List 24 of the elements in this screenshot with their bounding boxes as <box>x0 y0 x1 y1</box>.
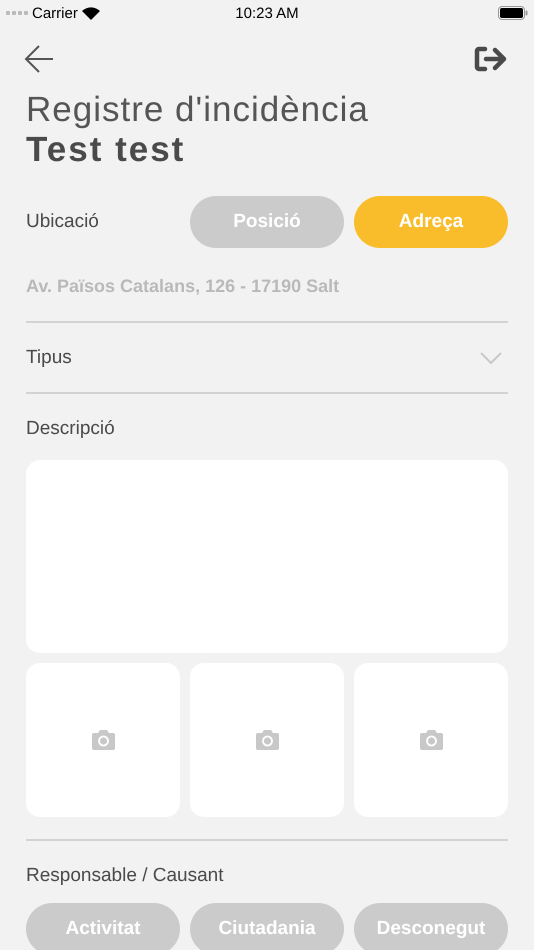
photo-slot[interactable] <box>190 663 344 817</box>
logout-icon <box>474 46 508 72</box>
carrier-name: Carrier <box>32 4 78 22</box>
location-label: Ubicació <box>26 211 99 233</box>
location-option[interactable]: Adreça <box>354 196 508 248</box>
page-title: Registre d'incidència <box>25 89 370 130</box>
battery-icon <box>498 6 528 20</box>
page-subtitle: Test test <box>25 130 186 170</box>
signal-icon <box>6 10 28 16</box>
camera-icon <box>92 730 114 750</box>
description-label: Descripció <box>26 418 115 439</box>
logout-button[interactable] <box>474 46 508 72</box>
responsible-label: Responsable / Causant <box>26 865 224 886</box>
photo-slot[interactable] <box>354 663 508 817</box>
chevron-down-icon <box>480 352 502 364</box>
camera-icon <box>256 730 278 750</box>
status-time: 10:23 AM <box>235 4 299 22</box>
wifi-icon <box>82 6 100 20</box>
photo-slot[interactable] <box>26 663 180 817</box>
back-arrow-icon <box>24 44 54 74</box>
back-button[interactable] <box>24 44 54 74</box>
camera-icon <box>420 730 442 750</box>
type-dropdown[interactable]: Tipus <box>26 323 508 392</box>
address-text: Av. Països Catalans, 126 - 17190 Salt <box>26 276 340 297</box>
